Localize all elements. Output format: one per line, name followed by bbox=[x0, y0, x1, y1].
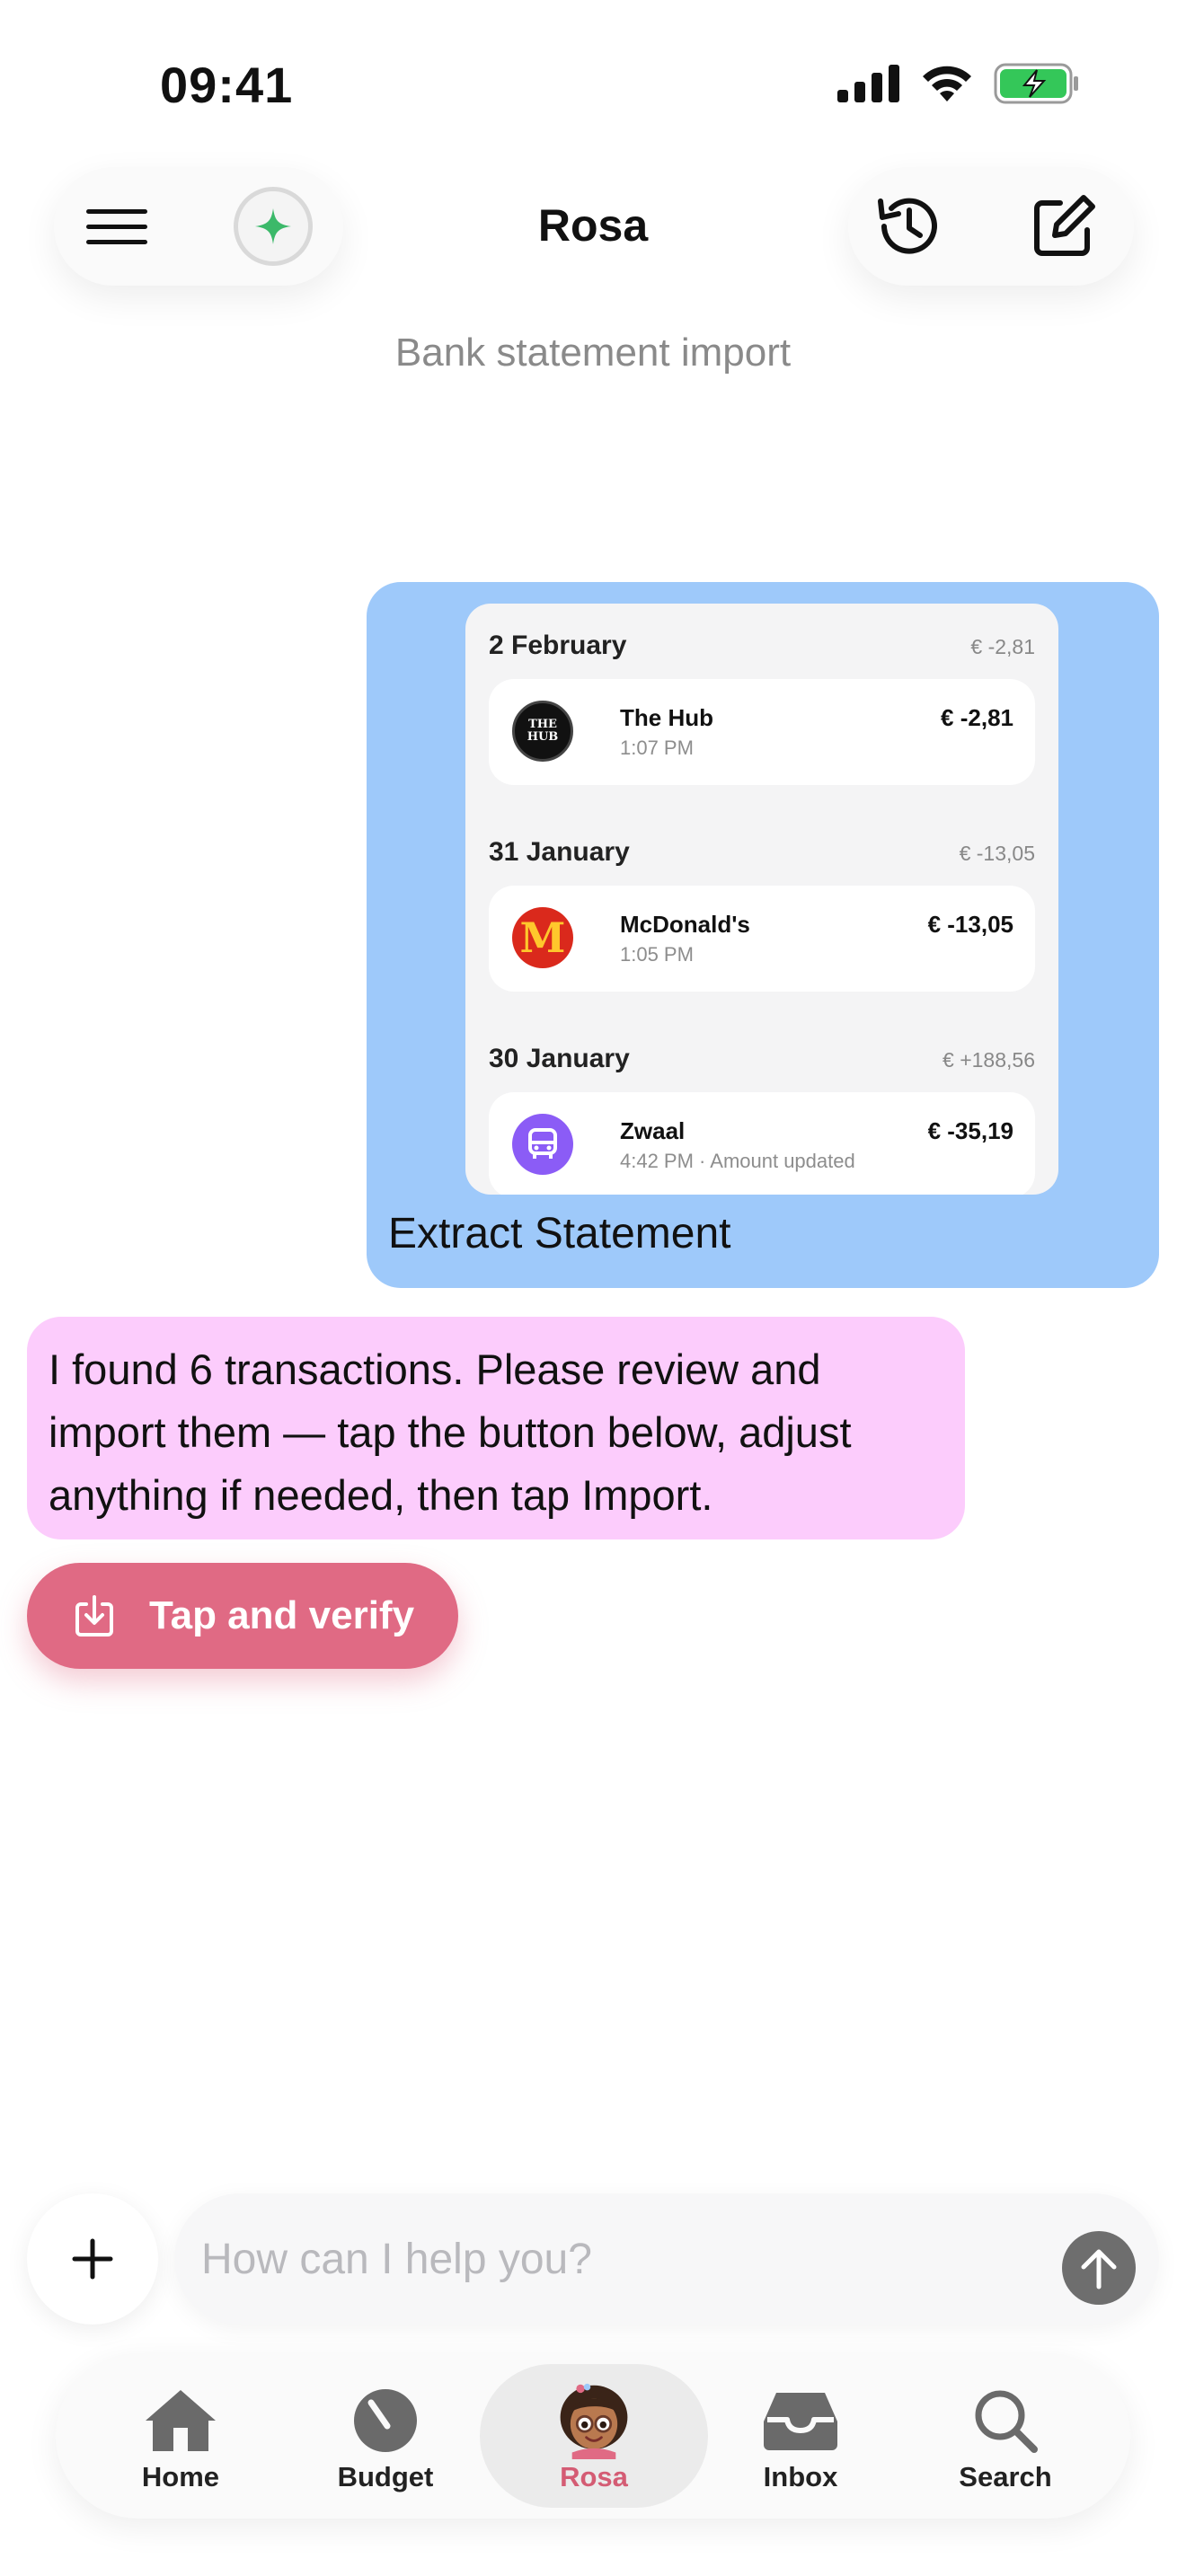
house-icon bbox=[142, 2382, 219, 2459]
day-total: € -2,81 bbox=[970, 635, 1035, 658]
compose-icon bbox=[1034, 195, 1095, 256]
conversation-subtitle: Bank statement import bbox=[394, 331, 792, 375]
day-group-header: 30 January € +188,56 bbox=[489, 1044, 1035, 1074]
search-icon bbox=[967, 2382, 1044, 2459]
transaction-time: 1:05 PM bbox=[620, 943, 694, 966]
user-message-text: Extract Statement bbox=[388, 1210, 731, 1257]
inbox-tray-icon bbox=[762, 2382, 839, 2459]
tab-inbox[interactable]: Inbox bbox=[697, 2353, 904, 2519]
cellular-signal-icon bbox=[837, 65, 899, 102]
history-button[interactable] bbox=[873, 190, 945, 262]
day-total: € +188,56 bbox=[943, 1048, 1035, 1072]
day-date: 30 January bbox=[489, 1044, 630, 1073]
logo-text: M bbox=[519, 913, 566, 962]
day-date: 31 January bbox=[489, 837, 630, 867]
tab-label: Home bbox=[141, 2461, 220, 2492]
gauge-icon bbox=[347, 2382, 424, 2459]
the-hub-logo: THE HUB bbox=[512, 701, 573, 762]
tab-label: Rosa bbox=[560, 2461, 628, 2492]
tab-search[interactable]: Search bbox=[902, 2353, 1109, 2519]
arrow-up-icon bbox=[1081, 2249, 1117, 2289]
message-input[interactable] bbox=[201, 2229, 1010, 2289]
day-total: € -13,05 bbox=[959, 842, 1035, 865]
transaction-row: M McDonald's 1:05 PM € -13,05 bbox=[489, 886, 1035, 992]
tap-and-verify-button[interactable]: Tap and verify bbox=[27, 1563, 458, 1669]
tab-label: Inbox bbox=[763, 2461, 838, 2492]
transaction-row: THE HUB The Hub 1:07 PM € -2,81 bbox=[489, 679, 1035, 785]
rosa-avatar bbox=[555, 2382, 633, 2459]
day-group-header: 2 February € -2,81 bbox=[489, 631, 1035, 661]
add-attachment-button[interactable] bbox=[27, 2193, 158, 2325]
send-button[interactable] bbox=[1062, 2231, 1136, 2305]
statement-screenshot-attachment[interactable]: 2 February € -2,81 THE HUB The Hub 1:07 … bbox=[465, 604, 1058, 1195]
transaction-name: McDonald's bbox=[620, 911, 750, 938]
transaction-name: Zwaal bbox=[620, 1117, 686, 1144]
assistant-message-text: I found 6 transactions. Please review an… bbox=[49, 1345, 852, 1519]
day-group-header: 31 January € -13,05 bbox=[489, 837, 1035, 868]
tab-label: Budget bbox=[337, 2461, 434, 2492]
transaction-amount: € -13,05 bbox=[927, 911, 1013, 938]
tab-label: Search bbox=[959, 2461, 1052, 2492]
tab-rosa[interactable]: Rosa bbox=[491, 2353, 697, 2519]
compose-button[interactable] bbox=[1028, 190, 1100, 262]
tab-budget[interactable]: Budget bbox=[282, 2353, 489, 2519]
tab-bar: Home Budget Rosa Inbox Search bbox=[56, 2353, 1130, 2519]
status-icons bbox=[837, 63, 1080, 104]
transaction-time: 1:07 PM bbox=[620, 737, 694, 759]
transaction-amount: € -35,19 bbox=[927, 1117, 1013, 1144]
wifi-icon bbox=[923, 66, 971, 101]
tab-home[interactable]: Home bbox=[77, 2353, 284, 2519]
battery-charging-icon bbox=[994, 63, 1078, 104]
plus-icon bbox=[72, 2238, 113, 2280]
header-right-controls bbox=[848, 167, 1134, 286]
mcdonalds-logo: M bbox=[512, 907, 573, 968]
logo-text: THE HUB bbox=[527, 718, 559, 744]
assistant-message-bubble: I found 6 transactions. Please review an… bbox=[27, 1317, 965, 1539]
message-composer bbox=[174, 2193, 1159, 2325]
status-time: 09:41 bbox=[160, 57, 294, 113]
tap-and-verify-label: Tap and verify bbox=[149, 1593, 415, 1637]
user-message-bubble: 2 February € -2,81 THE HUB The Hub 1:07 … bbox=[367, 582, 1159, 1288]
transaction-amount: € -2,81 bbox=[941, 704, 1013, 731]
day-date: 2 February bbox=[489, 631, 627, 660]
bus-icon bbox=[512, 1114, 573, 1175]
import-icon bbox=[75, 1595, 113, 1636]
status-bar: 09:41 bbox=[0, 0, 1186, 144]
transaction-name: The Hub bbox=[620, 704, 713, 731]
transaction-time: 4:42 PM · Amount updated bbox=[620, 1150, 855, 1172]
transaction-row: Zwaal 4:42 PM · Amount updated € -35,19 bbox=[489, 1092, 1035, 1195]
history-icon bbox=[878, 198, 937, 254]
